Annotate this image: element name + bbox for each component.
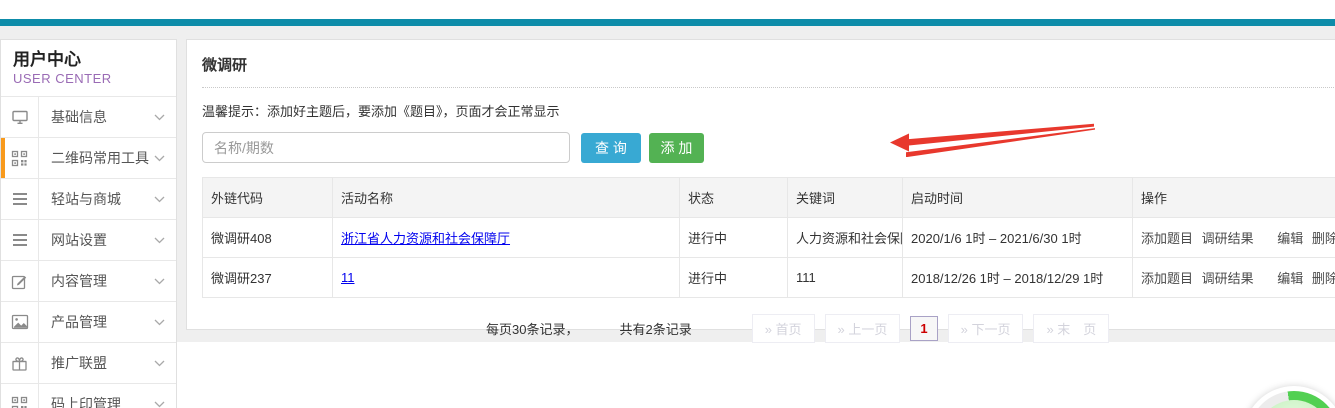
prev-page-button[interactable]: » 上一页 [825, 314, 901, 343]
chevron-down-icon [154, 401, 165, 408]
table-row: 微调研237 11 进行中 111 2018/12/26 1时 – 2018/1… [203, 258, 1335, 298]
sidebar-header: 用户中心 USER CENTER [1, 40, 176, 97]
progress-ring-icon [1248, 391, 1335, 408]
table-row: 微调研408 浙江省人力资源和社会保障厅 进行中 人力资源和社会保障 2020/… [203, 218, 1335, 258]
sidebar-item-label: 轻站与商城 [39, 189, 154, 209]
qrcode-icon [1, 384, 39, 408]
floating-helper-button[interactable] [1243, 386, 1335, 408]
survey-name-link[interactable]: 11 [341, 270, 355, 285]
next-page-button[interactable]: » 下一页 [948, 314, 1024, 343]
main-panel: 微调研 温馨提示：添加好主题后，要添加《题目》，页面才会正常显示 查 询 添 加… [186, 39, 1335, 330]
edit-link[interactable]: 编辑 [1277, 231, 1303, 246]
col-header-keyword: 关键词 [788, 178, 903, 218]
add-question-link[interactable]: 添加题目 [1141, 271, 1193, 286]
sidebar-item-promotion-alliance[interactable]: 推广联盟 [1, 343, 176, 384]
cell-actions: 添加题目 调研结果 编辑 删除 复制 [1133, 258, 1335, 298]
chevron-down-icon [154, 196, 165, 203]
sidebar-item-label: 产品管理 [39, 312, 154, 332]
last-page-button[interactable]: » 末 页 [1033, 314, 1109, 343]
progress-ring-center [1257, 400, 1331, 408]
sidebar-item-site-settings[interactable]: 网站设置 [1, 220, 176, 261]
col-header-name: 活动名称 [333, 178, 680, 218]
total-records-label: 共有2条记录 [619, 319, 691, 338]
sidebar-item-mashangyin-mgmt[interactable]: 码上印管理 [1, 384, 176, 408]
add-button[interactable]: 添 加 [649, 133, 704, 163]
delete-link[interactable]: 删除 [1312, 231, 1335, 246]
qrcode-icon [1, 138, 39, 178]
table-header-row: 外链代码 活动名称 状态 关键词 启动时间 操作 [203, 178, 1335, 218]
top-accent-bar [0, 19, 1335, 26]
search-input[interactable] [202, 132, 570, 163]
current-page-button[interactable]: 1 [910, 316, 937, 341]
cell-actions: 添加题目 调研结果 编辑 删除 复制 [1133, 218, 1335, 258]
pagination: 每页30条记录， 共有2条记录 » 首页 » 上一页 1 » 下一页 » 末 页 [202, 314, 1335, 343]
cell-start-time: 2018/12/26 1时 – 2018/12/29 1时 [903, 258, 1133, 298]
chevron-down-icon [154, 278, 165, 285]
col-header-code: 外链代码 [203, 178, 333, 218]
sidebar-item-label: 基础信息 [39, 107, 154, 127]
survey-result-link[interactable]: 调研结果 [1202, 231, 1254, 246]
edit-icon [1, 261, 39, 301]
sidebar-item-lite-site-mall[interactable]: 轻站与商城 [1, 179, 176, 220]
chevron-down-icon [154, 237, 165, 244]
chevron-down-icon [154, 155, 165, 162]
col-header-actions: 操作 [1133, 178, 1335, 218]
query-button[interactable]: 查 询 [581, 133, 641, 163]
sidebar-item-label: 网站设置 [39, 230, 154, 250]
survey-table: 外链代码 活动名称 状态 关键词 启动时间 操作 微调研408 浙江省人力资源和… [202, 177, 1335, 298]
edit-link[interactable]: 编辑 [1277, 271, 1303, 286]
sidebar-item-basic-info[interactable]: 基础信息 [1, 97, 176, 138]
image-icon [1, 302, 39, 342]
cell-keyword: 111 [788, 258, 903, 298]
list-icon [1, 220, 39, 260]
tip-text: 温馨提示：添加好主题后，要添加《题目》，页面才会正常显示 [202, 101, 1335, 120]
cell-status: 进行中 [680, 218, 788, 258]
sidebar-item-product-mgmt[interactable]: 产品管理 [1, 302, 176, 343]
survey-name-link[interactable]: 浙江省人力资源和社会保障厅 [341, 231, 510, 246]
sidebar: 用户中心 USER CENTER 基础信息 二维码常用工具 轻站与商城 [0, 39, 177, 408]
sidebar-subtitle: USER CENTER [13, 71, 176, 86]
cell-start-time: 2020/1/6 1时 – 2021/6/30 1时 [903, 218, 1133, 258]
add-question-link[interactable]: 添加题目 [1141, 231, 1193, 246]
sidebar-item-content-mgmt[interactable]: 内容管理 [1, 261, 176, 302]
cell-code: 微调研237 [203, 258, 333, 298]
col-header-status: 状态 [680, 178, 788, 218]
cell-code: 微调研408 [203, 218, 333, 258]
chevron-down-icon [154, 114, 165, 121]
chevron-down-icon [154, 360, 165, 367]
sidebar-item-label: 二维码常用工具 [39, 148, 154, 168]
list-icon [1, 179, 39, 219]
sidebar-title: 用户中心 [13, 49, 176, 71]
sidebar-item-label: 推广联盟 [39, 353, 154, 373]
sidebar-item-label: 码上印管理 [39, 394, 154, 408]
sidebar-item-qrcode-tools[interactable]: 二维码常用工具 [1, 138, 176, 179]
sidebar-item-label: 内容管理 [39, 271, 154, 291]
delete-link[interactable]: 删除 [1312, 271, 1335, 286]
page-title: 微调研 [202, 57, 247, 74]
records-per-page-label: 每页30条记录， [486, 319, 578, 338]
chevron-down-icon [154, 319, 165, 326]
first-page-button[interactable]: » 首页 [752, 314, 815, 343]
panel-head: 微调研 [202, 40, 1335, 88]
cell-keyword: 人力资源和社会保障 [788, 218, 903, 258]
survey-result-link[interactable]: 调研结果 [1202, 271, 1254, 286]
col-header-start-time: 启动时间 [903, 178, 1133, 218]
monitor-icon [1, 97, 39, 137]
search-row: 查 询 添 加 [202, 132, 1335, 163]
gift-icon [1, 343, 39, 383]
cell-status: 进行中 [680, 258, 788, 298]
